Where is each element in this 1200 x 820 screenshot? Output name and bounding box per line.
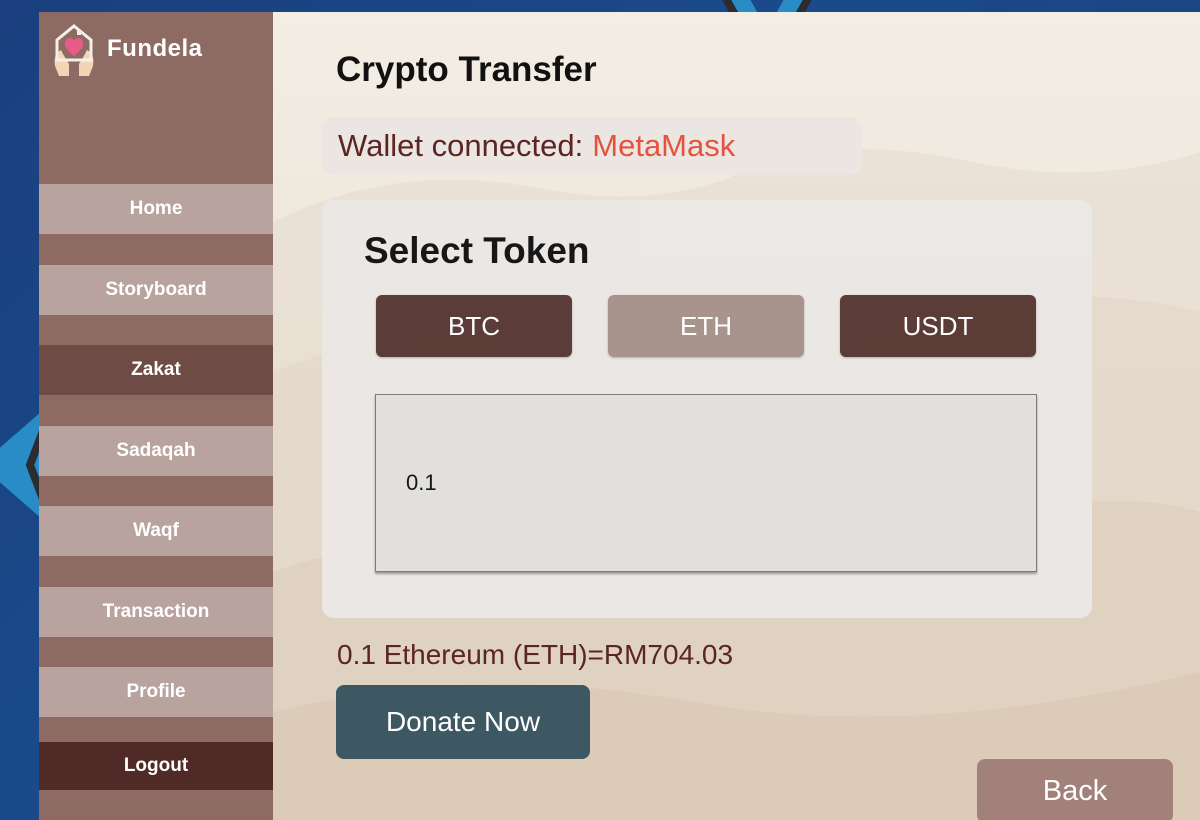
app-window: Fundela Home Storyboard Zakat Sadaqah Wa… [39,12,1200,820]
wallet-status-label: Wallet connected: [338,128,584,163]
token-button-eth[interactable]: ETH [608,295,804,357]
page-title: Crypto Transfer [336,50,597,89]
amount-input[interactable] [375,394,1037,572]
token-panel: Select Token BTC ETH USDT [322,200,1092,618]
wallet-name: MetaMask [592,128,736,163]
wallet-status: Wallet connected: MetaMask [322,117,862,175]
app-name: Fundela [107,35,203,62]
sidebar-item-waqf[interactable]: Waqf [39,506,273,556]
sidebar: Fundela Home Storyboard Zakat Sadaqah Wa… [39,12,273,820]
sidebar-item-zakat[interactable]: Zakat [39,345,273,395]
sidebar-item-home[interactable]: Home [39,184,273,234]
conversion-text: 0.1 Ethereum (ETH)=RM704.03 [337,639,734,670]
sidebar-item-sadaqah[interactable]: Sadaqah [39,426,273,476]
app-logo[interactable]: Fundela [51,20,203,78]
sidebar-item-storyboard[interactable]: Storyboard [39,265,273,315]
sidebar-item-transaction[interactable]: Transaction [39,587,273,637]
token-button-usdt[interactable]: USDT [840,295,1036,357]
token-button-btc[interactable]: BTC [376,295,572,357]
donate-now-button[interactable]: Donate Now [336,685,590,759]
select-token-heading: Select Token [364,230,590,271]
back-button[interactable]: Back [977,759,1173,820]
sidebar-item-profile[interactable]: Profile [39,667,273,717]
fundela-logo-icon [54,24,94,76]
sidebar-item-logout[interactable]: Logout [39,742,273,790]
main-content: Crypto Transfer Wallet connected: MetaMa… [273,12,1200,820]
